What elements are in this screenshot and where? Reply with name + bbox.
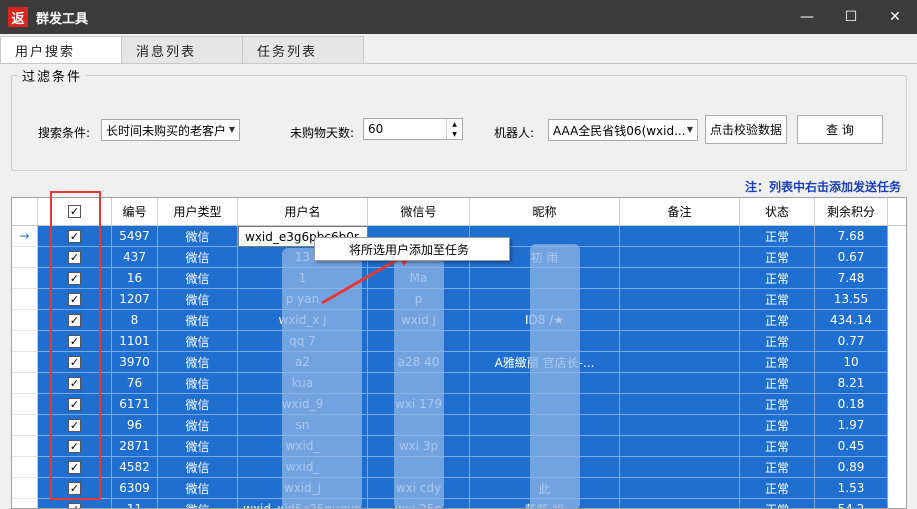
context-menu-add-to-task[interactable]: 将所选用户添加至任务 <box>349 241 469 258</box>
context-menu: 将所选用户添加至任务 <box>314 237 510 261</box>
